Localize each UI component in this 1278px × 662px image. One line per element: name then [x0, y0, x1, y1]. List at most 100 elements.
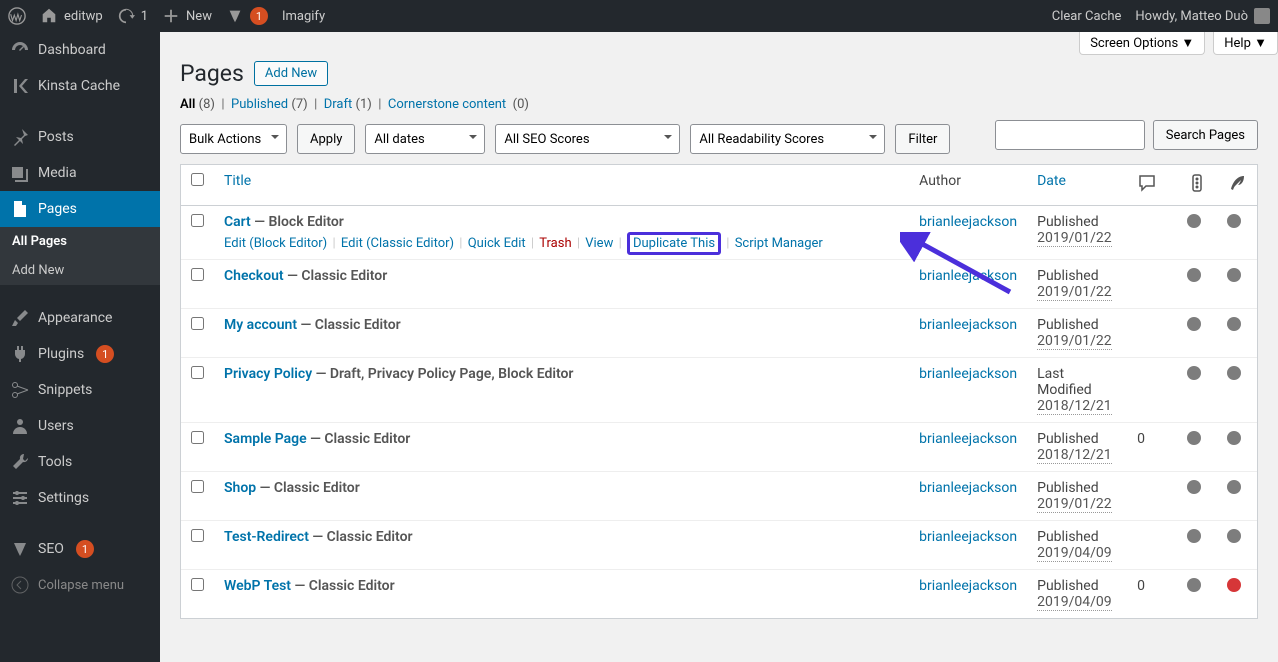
row-checkbox[interactable] — [191, 480, 204, 493]
menu-collapse[interactable]: Collapse menu — [0, 567, 160, 603]
col-date[interactable]: Date — [1037, 173, 1066, 189]
row-title-link[interactable]: Test-Redirect — [224, 529, 309, 545]
row-checkbox[interactable] — [191, 317, 204, 330]
date-cell: Published2018/12/21 — [1027, 422, 1127, 471]
row-title-link[interactable]: Sample Page — [224, 431, 307, 447]
row-actions: Edit (Block Editor) | Edit (Classic Edit… — [224, 236, 899, 251]
seo-cell — [1177, 520, 1217, 569]
filter-all[interactable]: All — [180, 97, 195, 112]
admin-bar: editwp 1 New 1 Imagify Clear Cache Howdy… — [0, 0, 1278, 32]
row-checkbox[interactable] — [191, 366, 204, 379]
comments-cell — [1127, 259, 1177, 308]
row-checkbox[interactable] — [191, 214, 204, 227]
row-title-link[interactable]: Shop — [224, 480, 256, 496]
row-title-link[interactable]: Privacy Policy — [224, 366, 312, 382]
author-link[interactable]: brianleejackson — [919, 529, 1017, 545]
table-row: Cart — Block Editor Edit (Block Editor) … — [181, 206, 1257, 259]
action-edit-classic[interactable]: Edit (Classic Editor) — [341, 236, 454, 251]
new-link[interactable]: New — [162, 7, 212, 25]
author-link[interactable]: brianleejackson — [919, 578, 1017, 594]
comments-cell: 0 — [1127, 422, 1177, 471]
submenu-add-new[interactable]: Add New — [0, 256, 160, 285]
avatar-icon — [1254, 8, 1270, 24]
readability-cell — [1217, 569, 1257, 618]
menu-plugins[interactable]: Plugins1 — [0, 336, 160, 372]
author-link[interactable]: brianleejackson — [919, 214, 1017, 230]
action-quick-edit[interactable]: Quick Edit — [468, 236, 526, 251]
author-link[interactable]: brianleejackson — [919, 366, 1017, 382]
author-link[interactable]: brianleejackson — [919, 431, 1017, 447]
page-icon — [10, 199, 30, 219]
author-link[interactable]: brianleejackson — [919, 317, 1017, 333]
col-title[interactable]: Title — [224, 173, 251, 189]
filter-draft[interactable]: Draft — [324, 97, 353, 112]
readability-cell — [1217, 308, 1257, 357]
col-seo — [1177, 165, 1217, 206]
clear-cache-link[interactable]: Clear Cache — [1052, 9, 1122, 24]
add-new-button[interactable]: Add New — [254, 61, 328, 86]
menu-appearance[interactable]: Appearance — [0, 300, 160, 336]
menu-snippets[interactable]: Snippets — [0, 372, 160, 408]
media-icon — [10, 163, 30, 183]
action-edit-block[interactable]: Edit (Block Editor) — [224, 236, 327, 251]
action-view[interactable]: View — [585, 236, 613, 251]
readability-cell — [1217, 259, 1257, 308]
bulk-actions-select[interactable]: Bulk Actions — [180, 124, 287, 154]
updates-link[interactable]: 1 — [117, 7, 148, 25]
row-title-link[interactable]: WebP Test — [224, 578, 291, 594]
readability-cell — [1217, 520, 1257, 569]
wrench-icon — [10, 452, 30, 472]
menu-posts[interactable]: Posts — [0, 119, 160, 155]
table-row: Test-Redirect — Classic Editor brianleej… — [181, 520, 1257, 569]
row-title-link[interactable]: My account — [224, 317, 297, 333]
filter-cornerstone[interactable]: Cornerstone content — [388, 97, 506, 112]
readability-select[interactable]: All Readability Scores — [690, 124, 885, 154]
date-cell: Published2019/01/22 — [1027, 308, 1127, 357]
row-checkbox[interactable] — [191, 268, 204, 281]
seo-cell — [1177, 308, 1217, 357]
menu-dashboard[interactable]: Dashboard — [0, 32, 160, 68]
menu-settings[interactable]: Settings — [0, 480, 160, 516]
menu-pages[interactable]: Pages — [0, 191, 160, 227]
apply-button[interactable]: Apply — [297, 124, 355, 154]
table-row: Checkout — Classic Editor brianleejackso… — [181, 259, 1257, 308]
search-input[interactable] — [995, 120, 1145, 150]
table-row: WebP Test — Classic Editor brianleejacks… — [181, 569, 1257, 618]
wp-logo[interactable] — [8, 7, 26, 25]
yoast-icon — [10, 539, 30, 559]
admin-sidebar: Dashboard Kinsta Cache Posts Media Pages… — [0, 32, 160, 662]
row-checkbox[interactable] — [191, 578, 204, 591]
submenu-all-pages[interactable]: All Pages — [0, 227, 160, 256]
screen-options-button[interactable]: Screen Options ▼ — [1079, 32, 1205, 55]
search-button[interactable]: Search Pages — [1153, 120, 1258, 150]
author-link[interactable]: brianleejackson — [919, 480, 1017, 496]
help-button[interactable]: Help ▼ — [1213, 32, 1278, 55]
row-title-link[interactable]: Checkout — [224, 268, 284, 284]
menu-media[interactable]: Media — [0, 155, 160, 191]
table-row: Privacy Policy — Draft, Privacy Policy P… — [181, 357, 1257, 422]
yoast-link[interactable]: 1 — [226, 7, 268, 25]
action-duplicate[interactable]: Duplicate This — [633, 236, 715, 251]
menu-seo[interactable]: SEO1 — [0, 531, 160, 567]
row-state: — Classic Editor — [260, 480, 360, 496]
filter-published[interactable]: Published — [231, 97, 288, 112]
seo-select[interactable]: All SEO Scores — [495, 124, 680, 154]
select-all-checkbox[interactable] — [191, 173, 204, 186]
author-link[interactable]: brianleejackson — [919, 268, 1017, 284]
account-link[interactable]: Howdy, Matteo Duò — [1135, 8, 1270, 24]
site-link[interactable]: editwp — [40, 7, 103, 25]
imagify-link[interactable]: Imagify — [282, 9, 325, 24]
brush-icon — [10, 308, 30, 328]
row-checkbox[interactable] — [191, 431, 204, 444]
action-script-manager[interactable]: Script Manager — [735, 236, 823, 251]
menu-tools[interactable]: Tools — [0, 444, 160, 480]
row-title-link[interactable]: Cart — [224, 214, 251, 230]
filter-button[interactable]: Filter — [895, 124, 950, 154]
action-trash[interactable]: Trash — [539, 236, 571, 251]
seo-cell — [1177, 422, 1217, 471]
menu-users[interactable]: Users — [0, 408, 160, 444]
menu-kinsta[interactable]: Kinsta Cache — [0, 68, 160, 104]
row-checkbox[interactable] — [191, 529, 204, 542]
readability-cell — [1217, 357, 1257, 422]
dates-select[interactable]: All dates — [365, 124, 485, 154]
